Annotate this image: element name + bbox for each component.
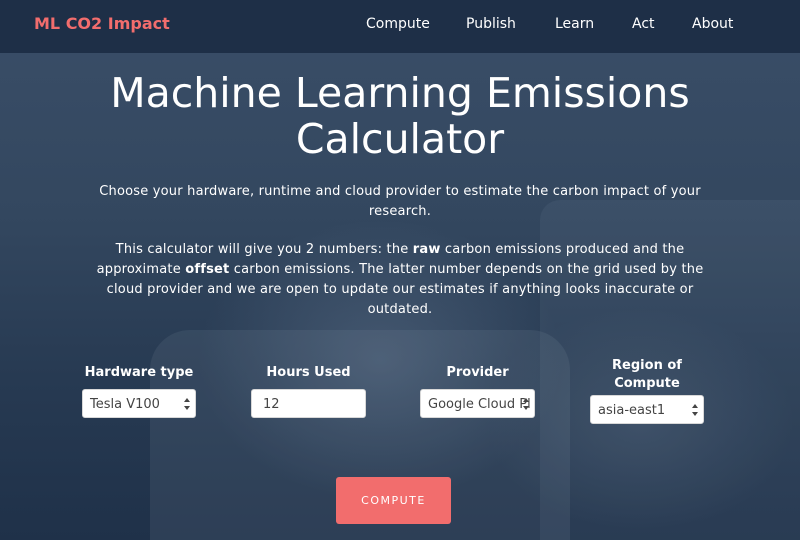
intro-description: Choose your hardware, runtime and cloud … [99, 184, 701, 219]
select-arrows-icon [522, 396, 530, 412]
provider-label: Provider [446, 365, 509, 380]
nav-link-act[interactable]: Act [632, 16, 655, 32]
region-select[interactable]: asia-east1 [590, 395, 704, 424]
hours-used-input[interactable]: 12 [251, 389, 366, 418]
nav-link-about[interactable]: About [692, 16, 733, 32]
select-arrows-icon [183, 396, 191, 412]
compute-button[interactable]: COMPUTE [336, 477, 451, 524]
region-label-line1: Region of [612, 358, 682, 373]
region-label-line2: Compute [614, 376, 680, 391]
hours-used-label: Hours Used [266, 365, 351, 380]
offset-emphasis: offset [185, 262, 230, 277]
hardware-type-label: Hardware type [84, 365, 194, 380]
navbar: ML CO2 Impact Compute Publish Learn Act … [0, 0, 800, 53]
page-title: Machine Learning Emissions Calculator [0, 70, 800, 162]
raw-emphasis: raw [412, 242, 441, 257]
calculator-description: This calculator will give you 2 numbers:… [90, 240, 710, 320]
region-value: asia-east1 [598, 403, 666, 418]
description-text: This calculator will give you 2 numbers:… [115, 242, 413, 257]
nav-link-publish[interactable]: Publish [466, 16, 516, 32]
nav-link-learn[interactable]: Learn [555, 16, 594, 32]
nav-links: Compute Publish Learn Act About [0, 16, 800, 36]
page-title-line1: Machine Learning Emissions [110, 69, 690, 117]
page-title-line2: Calculator [295, 115, 505, 163]
nav-link-compute[interactable]: Compute [366, 16, 430, 32]
provider-select[interactable]: Google Cloud Pl [420, 389, 535, 418]
hardware-type-select[interactable]: Tesla V100 [82, 389, 196, 418]
provider-value: Google Cloud Pl [428, 397, 531, 412]
region-label: Region of Compute [590, 357, 704, 393]
hardware-type-value: Tesla V100 [90, 397, 160, 412]
select-arrows-icon [691, 402, 699, 418]
